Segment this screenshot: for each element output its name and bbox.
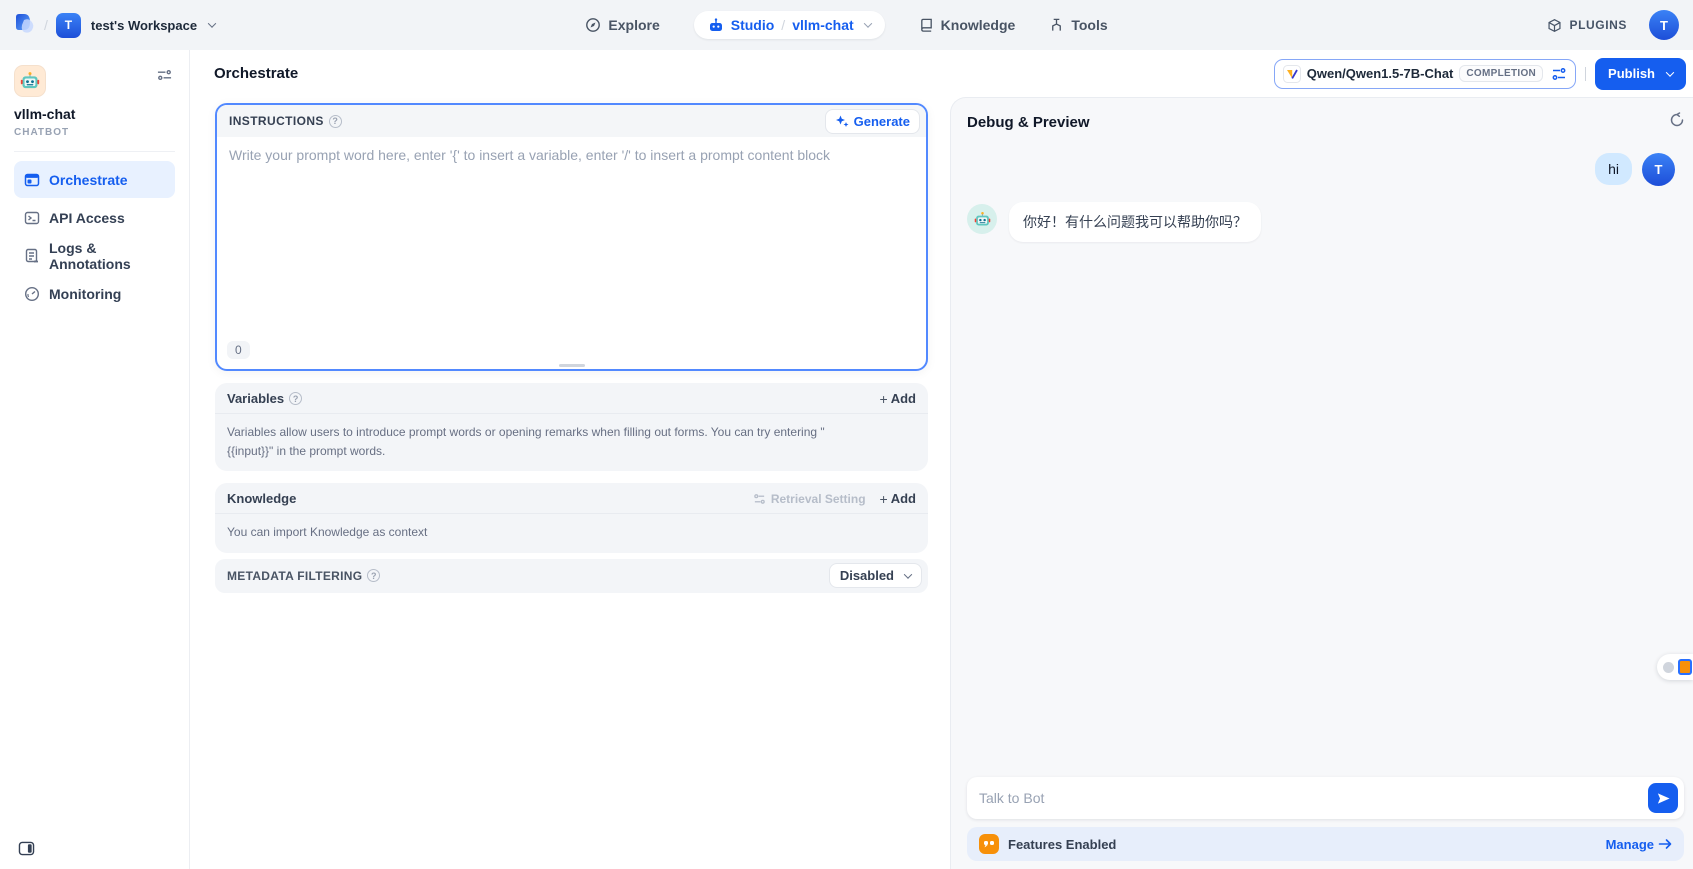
instructions-panel: INSTRUCTIONS ? Generate <box>215 103 928 371</box>
retrieval-settings-icon <box>753 493 766 505</box>
workspace-chevron-down-icon[interactable] <box>208 19 216 27</box>
account-avatar[interactable]: T <box>1649 10 1679 40</box>
chat-input[interactable] <box>979 790 1648 806</box>
sidebar-item-orchestrate[interactable]: Orchestrate <box>14 161 175 198</box>
robot-emoji-icon <box>974 211 991 228</box>
send-button[interactable] <box>1648 783 1678 813</box>
publish-chevron-down-icon <box>1666 68 1674 76</box>
page-title: Orchestrate <box>214 65 298 82</box>
breadcrumb-separator: / <box>44 17 48 33</box>
sidebar-divider <box>14 151 175 152</box>
collapse-panel-icon[interactable] <box>18 841 35 861</box>
arrow-right-icon <box>1658 838 1672 850</box>
metadata-help-icon[interactable]: ? <box>367 569 380 582</box>
resize-handle[interactable] <box>559 364 585 367</box>
sidebar-item-monitoring[interactable]: Monitoring <box>14 275 175 312</box>
hammer-icon <box>1049 17 1064 33</box>
knowledge-panel: Knowledge Retrieval Setting <box>215 483 928 553</box>
model-mode-badge: COMPLETION <box>1459 65 1543 82</box>
metadata-filtering-title: METADATA FILTERING ? <box>227 569 380 583</box>
app-sidebar: vllm-chat CHATBOT Orchestrate API Access <box>0 50 190 869</box>
variables-help-icon[interactable]: ? <box>289 392 302 405</box>
plus-icon: + <box>880 492 888 506</box>
instructions-title: INSTRUCTIONS ? <box>229 114 342 128</box>
plugins-button[interactable]: PLUGINS <box>1547 18 1627 33</box>
model-selector[interactable]: Qwen/Qwen1.5-7B-Chat COMPLETION <box>1274 59 1576 89</box>
workspace-name[interactable]: test's Workspace <box>91 18 197 33</box>
variables-title: Variables ? <box>227 391 302 406</box>
robot-icon <box>708 17 724 33</box>
add-knowledge-button[interactable]: + Add <box>880 491 916 506</box>
book-icon <box>919 17 934 33</box>
dify-logo-icon[interactable] <box>14 13 36 37</box>
main-nav: Explore Studio / vllm-chat Kno <box>585 11 1107 39</box>
sparkle-icon <box>835 114 849 128</box>
window-icon <box>24 172 40 188</box>
debug-preview-title: Debug & Preview <box>967 114 1090 131</box>
app-operations-icon[interactable] <box>154 65 175 90</box>
model-name: Qwen/Qwen1.5-7B-Chat <box>1307 66 1454 81</box>
top-bar: / T test's Workspace Explore Studi <box>0 0 1693 50</box>
app-name: vllm-chat <box>14 106 175 122</box>
metadata-filtering-row: METADATA FILTERING ? Disabled <box>215 559 928 593</box>
add-variable-button[interactable]: + Add <box>880 391 916 406</box>
app-type-badge: CHATBOT <box>14 127 175 138</box>
publish-button[interactable]: Publish <box>1595 58 1686 90</box>
variables-panel: Variables ? + Add Variables allow users … <box>215 383 928 471</box>
nav-knowledge[interactable]: Knowledge <box>919 17 1016 33</box>
manage-features-link[interactable]: Manage <box>1606 837 1672 852</box>
nav-explore[interactable]: Explore <box>585 17 659 33</box>
features-icon <box>979 834 999 854</box>
package-icon <box>1547 18 1562 33</box>
bot-avatar <box>967 204 997 234</box>
vllm-logo-icon <box>1283 65 1301 83</box>
terminal-icon <box>24 210 40 226</box>
user-message-bubble: hi <box>1595 153 1632 185</box>
chat-message-user: hi T <box>967 153 1677 186</box>
floating-widget[interactable] <box>1657 654 1693 680</box>
compass-icon <box>585 17 601 33</box>
nav-studio-active[interactable]: Studio / vllm-chat <box>694 11 885 39</box>
nav-separator: / <box>781 17 785 33</box>
chat-messages: hi T <box>951 141 1693 777</box>
metadata-chevron-down-icon <box>904 570 912 578</box>
main-header: Orchestrate Qwen/Qwen1.5-7B-Chat COMPLET… <box>190 50 1693 97</box>
instructions-help-icon[interactable]: ? <box>329 115 342 128</box>
orchestrate-config-column: INSTRUCTIONS ? Generate <box>190 97 950 869</box>
knowledge-description: You can import Knowledge as context <box>215 514 875 553</box>
plus-icon: + <box>880 392 888 406</box>
features-label: Features Enabled <box>1008 837 1597 852</box>
nav-studio-label: Studio <box>731 17 775 33</box>
knowledge-title: Knowledge <box>227 491 296 506</box>
retrieval-setting-button[interactable]: Retrieval Setting <box>753 492 866 506</box>
header-divider <box>1585 67 1586 81</box>
app-icon <box>14 65 46 97</box>
workspace-avatar[interactable]: T <box>56 13 81 38</box>
restart-conversation-icon[interactable] <box>1669 112 1685 133</box>
app-chevron-down-icon[interactable] <box>863 19 871 27</box>
nav-tools[interactable]: Tools <box>1049 17 1107 33</box>
user-avatar: T <box>1642 153 1675 186</box>
prompt-input[interactable] <box>229 147 914 307</box>
sidebar-item-logs-annotations[interactable]: Logs & Annotations <box>14 237 175 274</box>
chat-input-container <box>967 777 1684 819</box>
gauge-icon <box>24 286 40 302</box>
paper-plane-icon <box>1656 791 1671 806</box>
features-bar: Features Enabled Manage <box>967 827 1684 861</box>
drag-dot-icon <box>1663 662 1674 673</box>
variables-description: Variables allow users to introduce promp… <box>215 414 875 471</box>
metadata-filtering-dropdown[interactable]: Disabled <box>829 563 922 588</box>
nav-current-app: vllm-chat <box>792 17 853 33</box>
chat-message-assistant: 你好！有什么问题我可以帮助你吗？ <box>967 202 1677 242</box>
model-tune-icon[interactable] <box>1551 67 1567 81</box>
bot-message-bubble: 你好！有什么问题我可以帮助你吗？ <box>1009 202 1261 242</box>
document-icon <box>24 248 40 264</box>
extension-icon <box>1678 659 1692 675</box>
debug-preview-panel: Debug & Preview hi T <box>950 97 1693 869</box>
generate-button[interactable]: Generate <box>825 109 920 134</box>
char-count-badge: 0 <box>227 341 250 359</box>
robot-emoji-icon <box>20 71 40 91</box>
sidebar-item-api-access[interactable]: API Access <box>14 199 175 236</box>
